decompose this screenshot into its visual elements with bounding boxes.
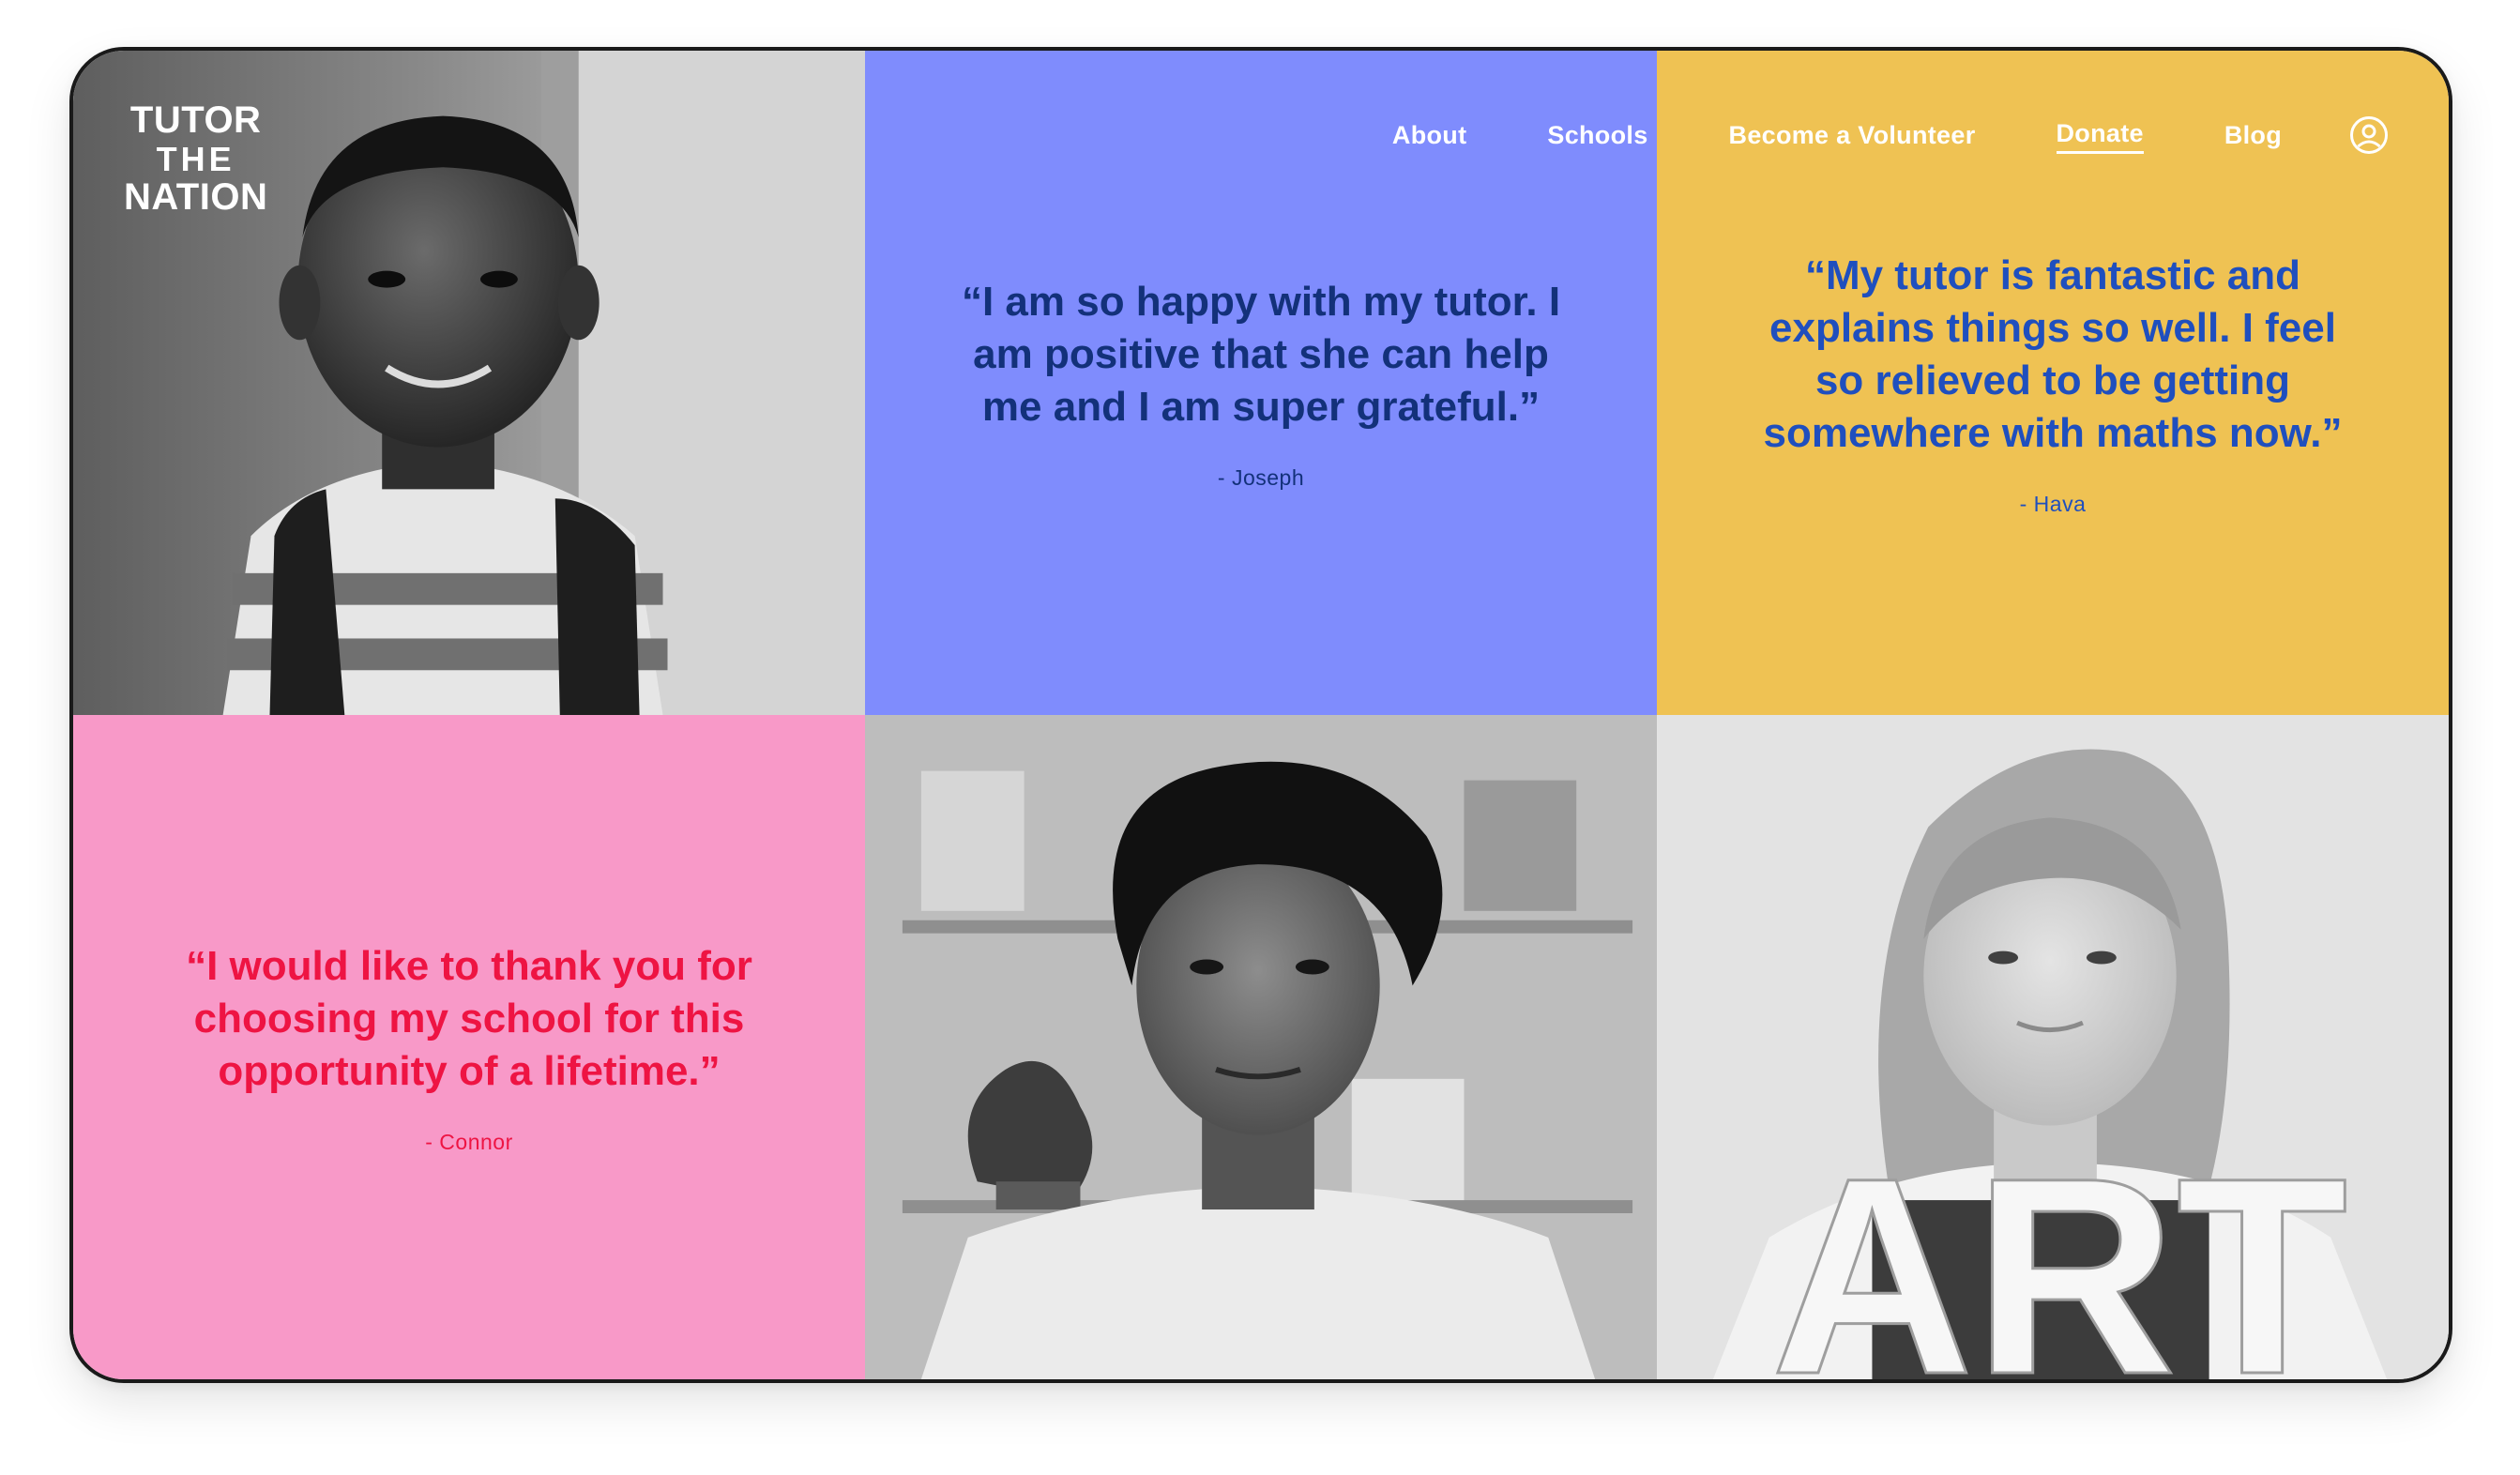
teen-boy-portrait-photo [865, 715, 1657, 1379]
nav-link-blog[interactable]: Blog [2224, 119, 2282, 151]
nav-link-about[interactable]: About [1392, 119, 1466, 151]
browser-frame: TUTOR THE NATION “I am so happy with my … [69, 47, 2452, 1383]
testimonial-author: - Hava [2019, 491, 2087, 516]
testimonial-quote: “I am so happy with my tutor. I am posit… [961, 278, 1561, 430]
nav-link-schools[interactable]: Schools [1547, 119, 1647, 151]
testimonial-card-connor: “I would like to thank you for choosing … [73, 715, 865, 1379]
brand-line-2: THE [156, 140, 235, 178]
testimonial-quote: “My tutor is fantastic and explains thin… [1763, 251, 2343, 456]
testimonial-grid: TUTOR THE NATION “I am so happy with my … [73, 51, 2449, 1379]
brand-line-1: TUTOR [129, 99, 262, 141]
user-circle-icon[interactable] [2349, 115, 2389, 155]
nav-link-become-a-volunteer[interactable]: Become a Volunteer [1729, 119, 1976, 151]
boy-with-backpack-photo: TUTOR THE NATION [73, 51, 865, 715]
nav-link-donate[interactable]: Donate [2056, 117, 2144, 154]
art-letters: ART [1770, 1120, 2347, 1379]
brand-line-3: NATION [124, 176, 268, 218]
girl-with-art-letters-photo: ART [1657, 715, 2449, 1379]
testimonial-author: - Joseph [1217, 464, 1305, 490]
testimonial-author: - Connor [425, 1129, 513, 1154]
testimonial-quote: “I would like to thank you for choosing … [186, 942, 752, 1094]
brand-logo[interactable]: TUTOR THE NATION [124, 101, 267, 217]
main-navigation: About Schools Become a Volunteer Donate … [1312, 51, 2449, 220]
